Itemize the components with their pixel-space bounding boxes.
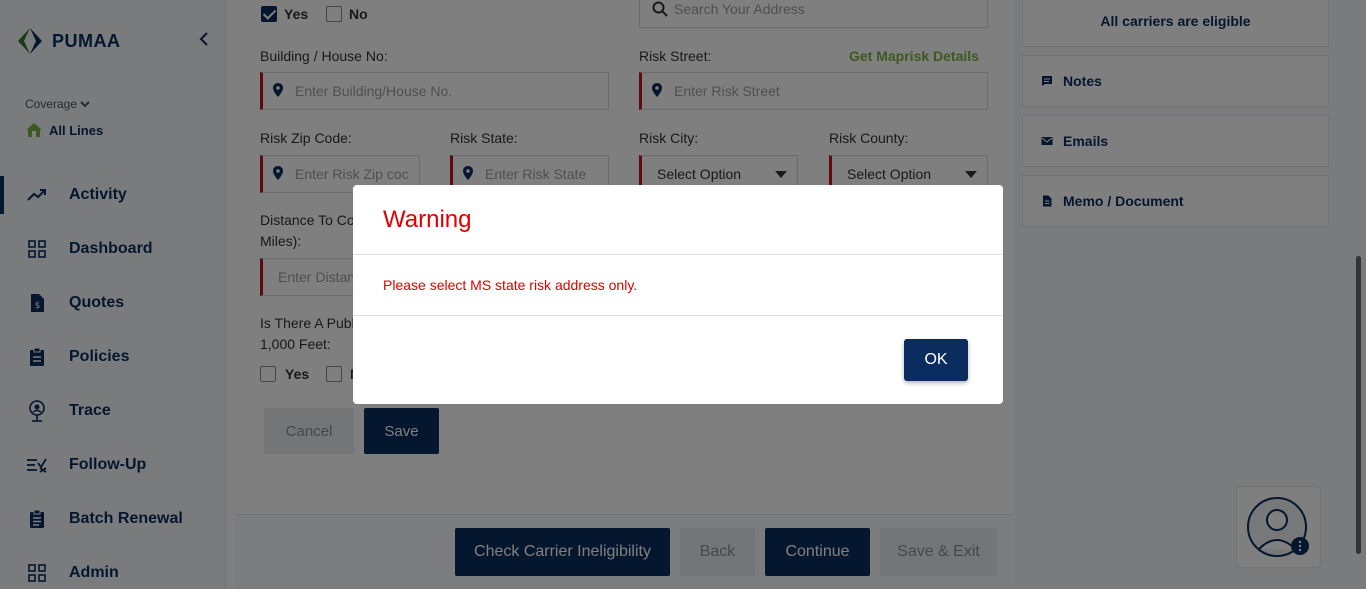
dialog-title: Warning — [383, 205, 472, 233]
warning-dialog: Warning Please select MS state risk addr… — [353, 185, 1003, 404]
dialog-message: Please select MS state risk address only… — [353, 255, 1003, 316]
ok-button[interactable]: OK — [904, 339, 968, 381]
dialog-header: Warning — [353, 185, 1003, 255]
